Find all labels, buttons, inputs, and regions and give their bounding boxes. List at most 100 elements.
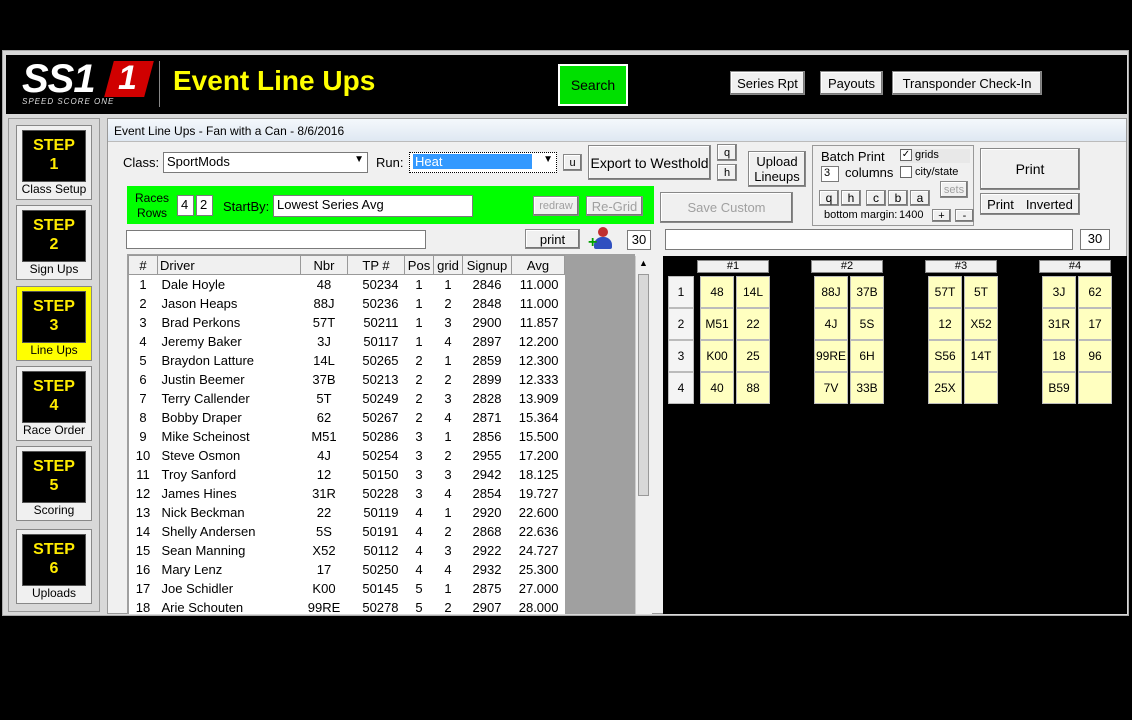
redraw-button[interactable]: redraw xyxy=(533,196,579,216)
startby-input[interactable]: Lowest Series Avg xyxy=(273,195,473,217)
table-row[interactable]: 3 Brad Perkons 57T 50211 1 3 2900 11.857 xyxy=(128,313,565,332)
print-lineup-button[interactable]: print xyxy=(525,229,580,249)
step-3-line-ups[interactable]: STEP 3 Line Ups xyxy=(16,286,92,361)
lineup-cell[interactable]: 57T xyxy=(928,276,962,308)
lineup-cell[interactable]: 88J xyxy=(814,276,848,308)
margin-plus-button[interactable]: + xyxy=(932,209,951,222)
col-header[interactable]: Signup xyxy=(462,255,512,275)
lineup-cell[interactable]: 6H xyxy=(850,340,884,372)
lineup-cell[interactable]: 3J xyxy=(1042,276,1076,308)
table-row[interactable]: 18 Arie Schouten 99RE 50278 5 2 2907 28.000 xyxy=(128,598,565,614)
lineup-cell[interactable]: 31R xyxy=(1042,308,1076,340)
step-5-scoring[interactable]: STEP 5 Scoring xyxy=(16,446,92,521)
table-row[interactable]: 13 Nick Beckman 22 50119 4 1 2920 22.600 xyxy=(128,503,565,522)
lineup-cell[interactable]: 88 xyxy=(736,372,770,404)
step-4-race-order[interactable]: STEP 4 Race Order xyxy=(16,366,92,441)
lineup-cell[interactable]: S56 xyxy=(928,340,962,372)
lineup-cell[interactable]: 12 xyxy=(928,308,962,340)
class-select[interactable]: SportMods ▼ xyxy=(163,152,368,173)
table-row[interactable]: 11 Troy Sanford 12 50150 3 3 2942 18.125 xyxy=(128,465,565,484)
col-header[interactable]: Driver xyxy=(157,255,301,275)
lineup-cell[interactable]: M51 xyxy=(700,308,734,340)
columns-input[interactable]: 3 xyxy=(821,166,839,182)
search-button[interactable]: Search xyxy=(558,64,628,106)
lineup-cell[interactable]: 99RE xyxy=(814,340,848,372)
lineup-cell[interactable]: 14T xyxy=(964,340,998,372)
batch-b-button[interactable]: b xyxy=(888,190,908,206)
sets-button[interactable]: sets xyxy=(940,181,968,198)
table-row[interactable]: 9 Mike Scheinost M51 50286 3 1 2856 15.500 xyxy=(128,427,565,446)
q-button[interactable]: q xyxy=(717,144,737,161)
driver-filter-input[interactable] xyxy=(126,230,426,249)
batch-q-button[interactable]: q xyxy=(819,190,839,206)
step-2-sign-ups[interactable]: STEP 2 Sign Ups xyxy=(16,205,92,280)
table-row[interactable]: 7 Terry Callender 5T 50249 2 3 2828 13.909 xyxy=(128,389,565,408)
col-header[interactable]: TP # xyxy=(347,255,405,275)
rows-input[interactable]: 2 xyxy=(196,195,213,216)
table-row[interactable]: 15 Sean Manning X52 50112 4 3 2922 24.727 xyxy=(128,541,565,560)
col-header[interactable]: # xyxy=(128,255,158,275)
scroll-up-icon[interactable]: ▲ xyxy=(639,258,648,268)
table-row[interactable]: 5 Braydon Latture 14L 50265 2 1 2859 12.300 xyxy=(128,351,565,370)
table-row[interactable]: 14 Shelly Andersen 5S 50191 4 2 2868 22.636 xyxy=(128,522,565,541)
col-header[interactable]: Pos xyxy=(404,255,434,275)
h-button[interactable]: h xyxy=(717,164,737,181)
table-row[interactable]: 1 Dale Hoyle 48 50234 1 1 2846 11.000 xyxy=(128,274,565,294)
citystate-checkbox[interactable] xyxy=(900,166,912,179)
add-driver-icon[interactable]: + xyxy=(588,225,616,251)
batch-c-button[interactable]: c xyxy=(866,190,886,206)
lineup-cell[interactable]: 40 xyxy=(700,372,734,404)
payouts-button[interactable]: Payouts xyxy=(820,71,883,95)
table-scrollbar[interactable]: ▲ xyxy=(635,256,652,614)
regrid-button[interactable]: Re-Grid xyxy=(586,196,643,216)
grids-checkbox[interactable]: ✓ xyxy=(900,149,912,162)
export-westhold-button[interactable]: Export to Westhold xyxy=(588,145,711,180)
step-6-uploads[interactable]: STEP 6 Uploads xyxy=(16,529,92,604)
table-row[interactable]: 2 Jason Heaps 88J 50236 1 2 2848 11.000 xyxy=(128,294,565,313)
u-button[interactable]: u xyxy=(563,154,582,171)
lineup-cell[interactable]: 14L xyxy=(736,276,770,308)
lineup-cell[interactable]: 7V xyxy=(814,372,848,404)
batch-h-button[interactable]: h xyxy=(841,190,861,206)
lineup-cell[interactable]: 18 xyxy=(1042,340,1076,372)
lineup-cell[interactable]: 25X xyxy=(928,372,962,404)
upload-lineups-button[interactable]: Upload Lineups xyxy=(748,151,806,187)
lineup-cell[interactable]: 48 xyxy=(700,276,734,308)
lineup-cell[interactable]: 4J xyxy=(814,308,848,340)
table-row[interactable]: 17 Joe Schidler K00 50145 5 1 2875 27.000 xyxy=(128,579,565,598)
table-row[interactable]: 6 Justin Beemer 37B 50213 2 2 2899 12.333 xyxy=(128,370,565,389)
save-custom-button[interactable]: Save Custom xyxy=(660,192,793,223)
lineup-cell[interactable]: 37B xyxy=(850,276,884,308)
lineup-cell[interactable] xyxy=(964,372,998,404)
table-row[interactable]: 12 James Hines 31R 50228 3 4 2854 19.727 xyxy=(128,484,565,503)
lineup-cell[interactable]: 25 xyxy=(736,340,770,372)
batch-a-button[interactable]: a xyxy=(910,190,930,206)
table-row[interactable]: 8 Bobby Draper 62 50267 2 4 2871 15.364 xyxy=(128,408,565,427)
series-rpt-button[interactable]: Series Rpt xyxy=(730,71,805,95)
lineup-cell[interactable]: K00 xyxy=(700,340,734,372)
col-header[interactable]: Nbr xyxy=(300,255,348,275)
print-button[interactable]: Print xyxy=(980,148,1080,190)
lineup-cell[interactable]: 96 xyxy=(1078,340,1112,372)
lineup-cell[interactable]: 5T xyxy=(964,276,998,308)
table-row[interactable]: 10 Steve Osmon 4J 50254 3 2 2955 17.200 xyxy=(128,446,565,465)
lineup-cell[interactable] xyxy=(1078,372,1112,404)
races-input[interactable]: 4 xyxy=(177,195,194,216)
col-header[interactable]: grid xyxy=(433,255,463,275)
scroll-thumb[interactable] xyxy=(638,274,649,496)
margin-minus-button[interactable]: - xyxy=(955,209,974,222)
lineup-cell[interactable]: 22 xyxy=(736,308,770,340)
citystate-checkbox-row[interactable]: city/state xyxy=(900,166,970,180)
lineup-cell[interactable]: 5S xyxy=(850,308,884,340)
lineup-cell[interactable]: X52 xyxy=(964,308,998,340)
grids-checkbox-row[interactable]: ✓ grids xyxy=(900,149,970,163)
table-row[interactable]: 4 Jeremy Baker 3J 50117 1 4 2897 12.200 xyxy=(128,332,565,351)
run-select[interactable]: Heat ▼ xyxy=(409,152,557,173)
lineup-cell[interactable]: 33B xyxy=(850,372,884,404)
step-1-class-setup[interactable]: STEP 1 Class Setup xyxy=(16,125,92,200)
lineup-filter-input[interactable] xyxy=(665,229,1073,250)
col-header[interactable]: Avg xyxy=(511,255,565,275)
lineup-cell[interactable]: B59 xyxy=(1042,372,1076,404)
transponder-checkin-button[interactable]: Transponder Check-In xyxy=(892,71,1042,95)
lineup-cell[interactable]: 62 xyxy=(1078,276,1112,308)
